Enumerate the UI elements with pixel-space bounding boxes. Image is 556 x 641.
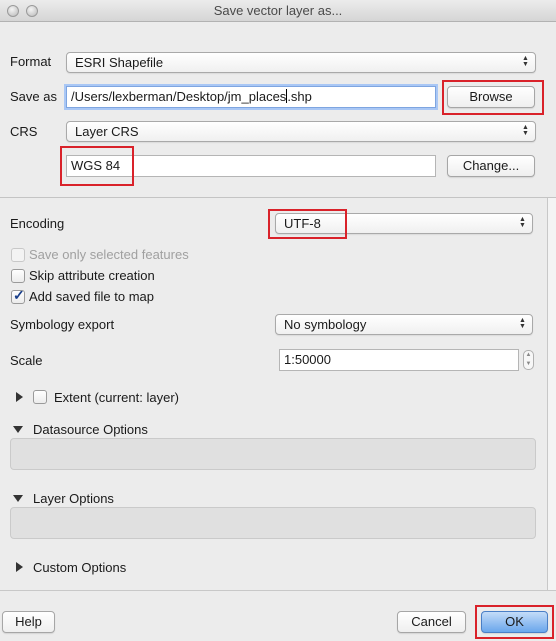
skip-attributes-checkbox[interactable] [11, 269, 25, 283]
crs-select[interactable]: Layer CRS ▲ ▼ [66, 121, 536, 142]
scale-spinner[interactable]: ▲ ▼ [523, 350, 534, 370]
ok-button[interactable]: OK [481, 611, 548, 633]
close-window-icon[interactable] [7, 5, 19, 17]
layer-options-group [10, 507, 536, 539]
selected-crs-field: WGS 84 [66, 155, 436, 177]
collapse-arrow-icon[interactable] [13, 426, 23, 433]
save-as-label: Save as [10, 89, 57, 104]
selected-crs-value: WGS 84 [71, 158, 121, 173]
scrollbar[interactable] [548, 198, 556, 590]
scale-label: Scale [10, 353, 43, 368]
select-arrows-icon: ▲ ▼ [519, 216, 526, 229]
change-crs-button[interactable]: Change... [447, 155, 535, 177]
extent-label: Extent (current: layer) [54, 390, 179, 405]
format-label: Format [10, 54, 52, 69]
scale-input[interactable]: 1:50000 [279, 349, 519, 371]
add-to-map-label: Add saved file to map [29, 289, 155, 304]
format-select[interactable]: ESRI Shapefile ▲ ▼ [66, 52, 536, 73]
save-as-input[interactable]: /Users/lexberman/Desktop/jm_places.shp [66, 86, 436, 108]
help-button[interactable]: Help [2, 611, 55, 633]
select-arrows-icon: ▲ ▼ [522, 55, 529, 68]
title-bar: Save vector layer as... [0, 0, 556, 22]
extent-checkbox[interactable] [33, 390, 47, 404]
browse-button[interactable]: Browse [447, 86, 535, 108]
layer-options-heading[interactable]: Layer Options [33, 491, 114, 506]
datasource-options-group [10, 438, 536, 470]
encoding-select[interactable]: UTF-8 ▲ ▼ [275, 213, 533, 234]
expand-arrow-icon[interactable] [16, 392, 23, 402]
dialog-footer [0, 590, 556, 641]
crs-label: CRS [10, 124, 38, 139]
encoding-value: UTF-8 [284, 216, 321, 231]
format-value: ESRI Shapefile [75, 55, 164, 70]
cancel-button[interactable]: Cancel [397, 611, 466, 633]
skip-attributes-label: Skip attribute creation [29, 268, 155, 283]
encoding-label: Encoding [10, 216, 65, 231]
minimize-window-icon[interactable] [26, 5, 38, 17]
symbology-value: No symbology [284, 317, 367, 332]
checkmark-icon: ✓ [13, 287, 25, 303]
crs-value: Layer CRS [75, 124, 139, 139]
window-title: Save vector layer as... [213, 3, 343, 18]
datasource-options-heading[interactable]: Datasource Options [33, 422, 148, 437]
save-selected-label: Save only selected features [29, 247, 189, 262]
scale-value: 1:50000 [284, 352, 331, 367]
expand-arrow-icon[interactable] [16, 562, 23, 572]
save-selected-checkbox [11, 248, 25, 262]
symbology-label: Symbology export [10, 317, 115, 332]
add-to-map-checkbox[interactable]: ✓ [11, 287, 25, 304]
select-arrows-icon: ▲ ▼ [519, 317, 526, 330]
collapse-arrow-icon[interactable] [13, 495, 23, 502]
save-as-path-start: /Users/lexberman/Desktop/jm_places [71, 89, 287, 104]
symbology-select[interactable]: No symbology ▲ ▼ [275, 314, 533, 335]
select-arrows-icon: ▲ ▼ [522, 124, 529, 137]
save-as-path-end: .shp [287, 89, 312, 104]
custom-options-heading[interactable]: Custom Options [33, 560, 126, 575]
